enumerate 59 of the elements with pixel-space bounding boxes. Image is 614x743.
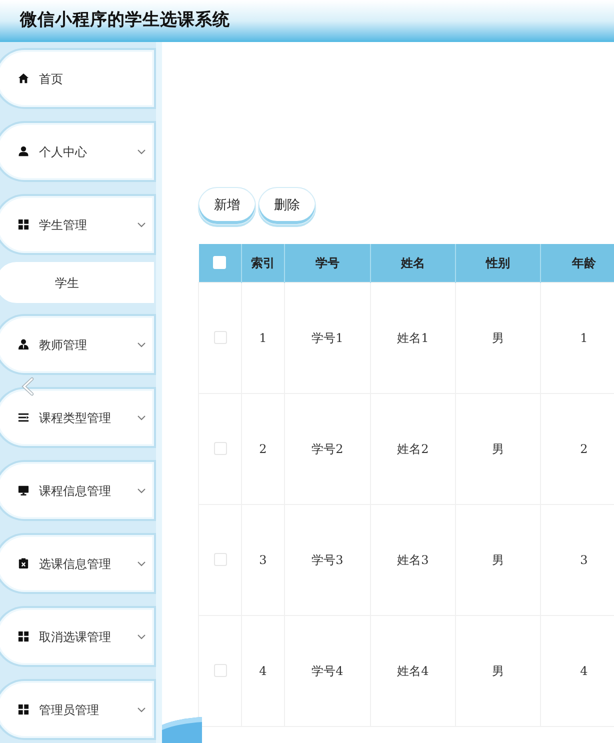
chevron-down-icon (137, 634, 146, 640)
table-cell: 1 (242, 282, 284, 393)
chevron-down-icon (137, 222, 146, 228)
menu-item[interactable]: 课程类型管理 (0, 389, 154, 446)
chevron-down-icon (137, 414, 146, 420)
table-cell: 姓名3 (370, 504, 456, 615)
column-header: 性别 (456, 244, 540, 282)
table-cell: 3 (242, 504, 284, 615)
app-title: 微信小程序的学生选课系统 (20, 9, 230, 32)
menu-item[interactable]: 取消选课管理 (0, 608, 154, 665)
menu-item[interactable]: 选课信息管理 (0, 535, 154, 592)
menu-item[interactable]: 学生管理 (0, 196, 154, 253)
toolbar-button[interactable]: 新增 (198, 187, 256, 225)
toolbar-button[interactable]: 删除 (258, 187, 316, 225)
table-cell: 男 (456, 615, 540, 726)
table-cell: 男 (456, 504, 540, 615)
table-cell: 4 (242, 615, 284, 726)
menu-item[interactable]: 课程信息管理 (0, 462, 154, 519)
row-checkbox[interactable] (214, 553, 226, 566)
column-header: 年龄 (540, 244, 614, 282)
table-cell: 男 (456, 282, 540, 393)
user-icon (18, 146, 29, 157)
chevron-down-icon (137, 342, 146, 348)
row-checkbox[interactable] (214, 442, 226, 455)
wave-decoration (162, 717, 202, 743)
chevron-left-icon (21, 377, 35, 396)
column-header: 索引 (242, 244, 284, 282)
column-header: 姓名 (370, 244, 456, 282)
row-checkbox[interactable] (214, 664, 226, 677)
table-cell: 姓名1 (370, 282, 456, 393)
menu-item[interactable]: 教师管理 (0, 316, 154, 373)
list-icon (18, 412, 29, 423)
submenu-item[interactable]: 学生 (0, 262, 154, 303)
menu-item[interactable]: 个人中心 (0, 123, 154, 180)
grid-icon (18, 219, 29, 230)
monitor-icon (18, 485, 29, 496)
table-cell: 学号2 (284, 393, 370, 504)
column-header: 学号 (284, 244, 370, 282)
grid-icon (18, 631, 29, 642)
table-cell: 2 (242, 393, 284, 504)
chevron-down-icon (137, 148, 146, 154)
row-checkbox[interactable] (214, 331, 226, 344)
table-cell: 姓名2 (370, 393, 456, 504)
clipboard-icon (18, 558, 29, 569)
chevron-down-icon (137, 706, 146, 712)
table-cell: 男 (456, 393, 540, 504)
grid-icon (18, 704, 29, 715)
menu-item[interactable]: 管理员管理 (0, 681, 154, 738)
table-cell: 学号1 (284, 282, 370, 393)
table-cell: 学号4 (284, 615, 370, 726)
home-icon (18, 73, 29, 84)
select-all-checkbox[interactable] (213, 256, 226, 270)
chevron-down-icon (137, 560, 146, 566)
chevron-down-icon (137, 488, 146, 494)
person-icon (18, 339, 29, 350)
table-cell: 1 (540, 282, 614, 393)
table-cell: 学号3 (284, 504, 370, 615)
table-cell: 姓名4 (370, 615, 456, 726)
menu-item[interactable]: 首页 (0, 50, 154, 107)
